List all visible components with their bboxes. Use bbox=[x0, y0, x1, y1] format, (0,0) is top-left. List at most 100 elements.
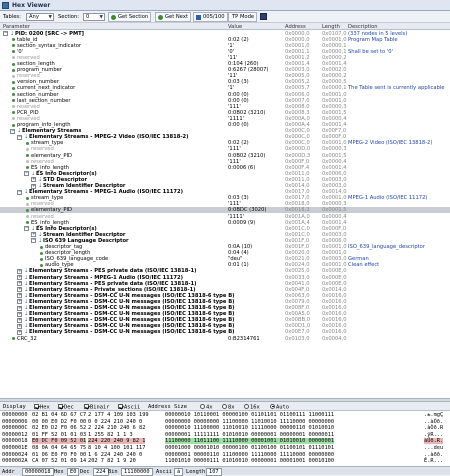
binair-checkbox[interactable]: Binair bbox=[84, 403, 109, 410]
expand-icon[interactable]: + bbox=[17, 299, 22, 305]
col-value[interactable]: Value bbox=[228, 24, 242, 30]
hex-row[interactable]: 00000024 01 06 E0 F0 F0 00 1 6 224 240 240… bbox=[0, 452, 450, 458]
collapse-icon[interactable]: − bbox=[17, 134, 22, 140]
app-icon bbox=[2, 2, 9, 9]
hex-row[interactable]: 0000001E 08 0A 04 64 65 75 8 10 4 100 101 … bbox=[0, 445, 450, 451]
hex-dump[interactable]: 00000000 02 B1 04 6D 67 C7 2 177 4 109 103… bbox=[0, 411, 450, 466]
collapse-icon[interactable]: − bbox=[10, 128, 15, 134]
field-icon bbox=[12, 117, 15, 121]
col-address[interactable]: Address bbox=[285, 24, 306, 30]
hex-row-hex: 01 06 E0 F0 F0 00 bbox=[32, 451, 87, 458]
hex-row[interactable]: 0000002A CA 07 52 01 09 14 202 7 82 1 9 20… bbox=[0, 458, 450, 464]
section-label: Section: bbox=[58, 14, 80, 20]
expand-icon[interactable]: + bbox=[17, 329, 22, 335]
size-auto-radio[interactable]: Auto bbox=[270, 403, 289, 410]
counter-button[interactable]: 005/100 bbox=[193, 12, 228, 22]
status-ascii-label: Ascii bbox=[156, 468, 172, 475]
node-address: 0x0103,0 bbox=[285, 335, 310, 342]
field-icon bbox=[26, 160, 29, 164]
get-next-button[interactable]: Get Next bbox=[155, 12, 191, 22]
hex-row-ascii: Ê.R... bbox=[424, 458, 444, 465]
hex-row[interactable]: 00000018 E0 DC F0 09 52 01 224 220 240 9 8… bbox=[0, 438, 450, 445]
size-16x-radio[interactable]: 16x bbox=[244, 403, 260, 410]
size-4x-radio[interactable]: 4x bbox=[200, 403, 213, 410]
get-section-button[interactable]: Get Section bbox=[108, 12, 152, 22]
hex-row[interactable]: 00000006 00 00 E0 D2 F0 00 0 0 224 210 240… bbox=[0, 419, 450, 425]
tree-node-field[interactable]: CRC_32 0:B2314761 0x0103,0 0x0004,0 bbox=[0, 336, 450, 342]
hex-row-address: 00000000 bbox=[2, 412, 28, 418]
hex-row-dec: 2 177 4 109 103 199 bbox=[88, 412, 149, 418]
field-icon bbox=[40, 263, 43, 267]
expand-icon[interactable]: + bbox=[17, 275, 22, 280]
field-icon bbox=[12, 50, 15, 54]
hex-row[interactable]: 0000000C 02 E0 D2 F0 06 52 2 224 210 240 6… bbox=[0, 425, 450, 431]
chevron-down-icon: ▼ bbox=[99, 14, 103, 20]
chevron-down-icon: ▼ bbox=[48, 14, 52, 20]
expand-icon[interactable]: + bbox=[17, 293, 22, 299]
expand-icon[interactable]: + bbox=[17, 268, 22, 274]
parameter-tree[interactable]: − ⇣ PID: 0200 [SRC -> PMT] 0x0000,0 0x0107,0… bbox=[0, 30, 450, 398]
hex-row[interactable]: 00000000 02 B1 04 6D 67 C7 2 177 4 109 103… bbox=[0, 412, 450, 418]
stream-icon: ⇣ bbox=[31, 170, 36, 177]
hex-row-address: 0000002A bbox=[2, 458, 28, 465]
ascii-checkbox[interactable]: Ascii bbox=[118, 403, 140, 410]
status-dec-label: Dec bbox=[80, 468, 90, 475]
window-title: Hex Viewer bbox=[12, 2, 51, 9]
hex-row-hex: CA 07 52 01 09 14 bbox=[32, 458, 87, 465]
stream-icon: ⇣ bbox=[10, 30, 15, 37]
hex-row-address: 00000024 bbox=[2, 451, 28, 458]
field-icon bbox=[12, 105, 15, 109]
field-icon bbox=[12, 62, 15, 66]
field-icon bbox=[12, 44, 15, 48]
hex-row-dec: 1 6 224 240 240 0 bbox=[88, 451, 143, 458]
play-icon bbox=[111, 15, 116, 20]
field-icon bbox=[26, 196, 29, 200]
field-icon bbox=[12, 337, 15, 341]
tables-select[interactable]: Any ▼ bbox=[26, 12, 54, 21]
stream-icon: ⇣ bbox=[24, 311, 29, 318]
tp-mode-button[interactable]: TP Mode bbox=[228, 12, 258, 22]
save-icon[interactable] bbox=[260, 13, 267, 20]
field-icon bbox=[40, 251, 43, 255]
expand-icon[interactable]: + bbox=[31, 183, 36, 189]
field-icon bbox=[12, 111, 15, 115]
collapse-icon[interactable]: − bbox=[24, 226, 29, 232]
hex-checkbox[interactable]: Hex bbox=[34, 403, 50, 410]
collapse-icon[interactable]: − bbox=[3, 31, 8, 36]
hex-row-ascii: ..àÒð. bbox=[424, 418, 444, 425]
toolbar: Tables: Any ▼ Section: 0 ▼ Get Section G… bbox=[0, 11, 450, 23]
expand-icon[interactable]: + bbox=[17, 287, 22, 293]
expand-icon[interactable]: + bbox=[17, 281, 22, 287]
hex-row[interactable]: 00000012 01 FF 52 01 01 03 1 255 82 1 1 3 0… bbox=[0, 432, 450, 438]
stream-icon: ⇣ bbox=[24, 280, 29, 287]
tables-label: Tables: bbox=[3, 14, 21, 20]
expand-icon[interactable]: + bbox=[31, 232, 36, 238]
stream-icon: ⇣ bbox=[38, 231, 43, 238]
section-select[interactable]: 0 ▼ bbox=[83, 12, 105, 21]
address-size-label: Address Size bbox=[148, 403, 187, 410]
status-hex-label: Hex bbox=[54, 468, 64, 475]
collapse-icon[interactable]: − bbox=[31, 238, 36, 244]
col-length[interactable]: Length bbox=[322, 24, 340, 30]
expand-icon[interactable]: + bbox=[17, 305, 22, 311]
hex-row-binary: 11100000 11011100 11110000 00001001 0101… bbox=[165, 438, 335, 445]
hex-row-dec: 8 10 4 100 101 117 bbox=[88, 445, 146, 451]
field-icon bbox=[26, 221, 29, 225]
node-name: CRC_32 bbox=[17, 335, 37, 342]
col-parameter[interactable]: Parameter bbox=[3, 24, 30, 30]
collapse-icon[interactable]: − bbox=[17, 189, 22, 195]
field-icon bbox=[12, 38, 15, 42]
field-icon bbox=[12, 80, 15, 84]
stream-icon: ⇣ bbox=[24, 286, 29, 293]
size-8x-radio[interactable]: 8x bbox=[222, 403, 235, 410]
hex-row-binary: 00000001 11111111 01010010 00000001 0000… bbox=[165, 431, 335, 438]
expand-icon[interactable]: + bbox=[31, 177, 36, 183]
expand-icon[interactable]: + bbox=[17, 311, 22, 317]
expand-icon[interactable]: + bbox=[17, 317, 22, 323]
collapse-icon[interactable]: − bbox=[24, 171, 29, 177]
col-description[interactable]: Description bbox=[348, 24, 378, 30]
expand-icon[interactable]: + bbox=[17, 323, 22, 329]
dec-checkbox[interactable]: Dec bbox=[58, 403, 74, 410]
hex-row-dec: 2 224 210 240 6 82 bbox=[88, 425, 146, 432]
hex-row-ascii: .ÿR... bbox=[424, 431, 444, 438]
